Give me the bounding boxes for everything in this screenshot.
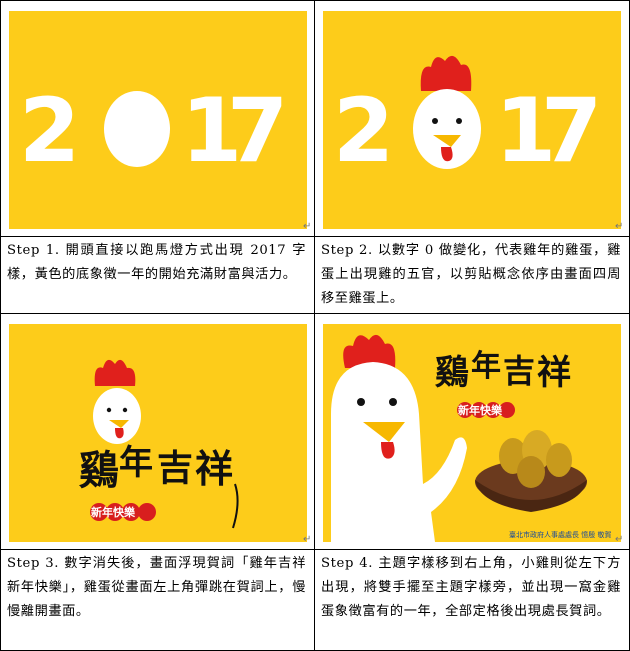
callig-char: 年	[119, 443, 153, 483]
eye-icon	[357, 398, 365, 406]
step2-panel: 2 1 7	[323, 11, 621, 229]
comb-icon	[420, 55, 472, 91]
digit-2: 2	[333, 79, 394, 182]
eye-icon	[122, 407, 128, 413]
paragraph-mark: ↵	[615, 221, 624, 232]
step1-image-cell: 2 1 7 ↵	[0, 0, 315, 237]
callig-char: 祥	[537, 353, 571, 393]
step3-caption: Step 3. 數字消失後，畫面浮現賀詞「雞年吉祥 新年快樂」，雞蛋從畫面左上角…	[7, 556, 306, 619]
step4-caption-cell: Step 4. 主題字樣移到右上角，小雞則從左下方出現，將雙手擺至主題字樣旁，並…	[314, 549, 630, 651]
eye-icon	[106, 407, 112, 413]
callig-char: 鷄	[434, 353, 469, 393]
eye-icon	[432, 118, 438, 124]
comb-icon	[94, 359, 136, 386]
paragraph-mark: ↵	[615, 534, 624, 545]
chicken-face-egg	[413, 55, 481, 169]
step4-artwork: 鷄 年 吉 祥 新年快樂	[331, 334, 587, 542]
step4-image-cell: 鷄 年 吉 祥 新年快樂 臺北市政府人事處處長 憶殷 敬賀 ↵	[314, 313, 630, 550]
chicken-egg	[93, 359, 141, 444]
callig-char: 吉	[503, 352, 535, 390]
callig-char: 鷄	[78, 447, 119, 494]
step3-image-cell: 鷄 年 吉 祥 新年快樂 ↵	[0, 313, 315, 550]
step2-caption: Step 2. 以數字 0 做變化，代表雞年的雞蛋，雞蛋上出現雞的五官，以剪貼概…	[321, 243, 621, 306]
step2-caption-cell: Step 2. 以數字 0 做變化，代表雞年的雞蛋，雞蛋上出現雞的五官，以剪貼概…	[314, 236, 630, 314]
step4-panel: 鷄 年 吉 祥 新年快樂 臺北市政府人事處處長 憶殷 敬賀	[323, 324, 621, 542]
eye-icon	[389, 398, 397, 406]
paragraph-mark: ↵	[303, 221, 312, 232]
callig-char: 祥	[195, 446, 233, 491]
golden-egg-nest	[475, 430, 587, 512]
step3-caption-cell: Step 3. 數字消失後，畫面浮現賀詞「雞年吉祥 新年快樂」，雞蛋從畫面左上角…	[0, 549, 315, 651]
step2-artwork: 2 1 7	[333, 55, 602, 182]
step1-caption-cell: Step 1. 開頭直接以跑馬燈方式出現 2017 字樣，黃色的底象徵一年的開始…	[0, 236, 315, 314]
step2-image-cell: 2 1 7 ↵	[314, 0, 630, 237]
step1-caption: Step 1. 開頭直接以跑馬燈方式出現 2017 字樣，黃色的底象徵一年的開始…	[7, 243, 306, 282]
greeting-text: 新年快樂	[458, 403, 503, 417]
step3-panel: 鷄 年 吉 祥 新年快樂	[9, 324, 307, 542]
step4-caption: Step 4. 主題字樣移到右上角，小雞則從左下方出現，將雙手擺至主題字樣旁，並…	[321, 556, 621, 619]
digit-7: 7	[541, 79, 602, 182]
step1-panel: 2 1 7	[9, 11, 307, 229]
step1-artwork: 2 1 7	[19, 79, 288, 182]
greeting-text: 新年快樂	[91, 505, 136, 519]
footer-signature: 臺北市政府人事處處長 憶殷 敬賀	[509, 531, 612, 539]
digit-2: 2	[19, 79, 80, 182]
callig-char: 年	[471, 349, 501, 384]
egg-zero	[104, 91, 170, 167]
callig-char: 吉	[157, 447, 193, 489]
paragraph-mark: ↵	[303, 534, 312, 545]
eye-icon	[456, 118, 462, 124]
digit-7: 7	[227, 79, 288, 182]
storyboard-table: 2 1 7 ↵ 2 1 7 ↵ Step 1. 開頭直接以跑馬燈方式出現 201…	[0, 0, 630, 651]
step3-artwork: 鷄 年 吉 祥 新年快樂	[78, 359, 239, 529]
